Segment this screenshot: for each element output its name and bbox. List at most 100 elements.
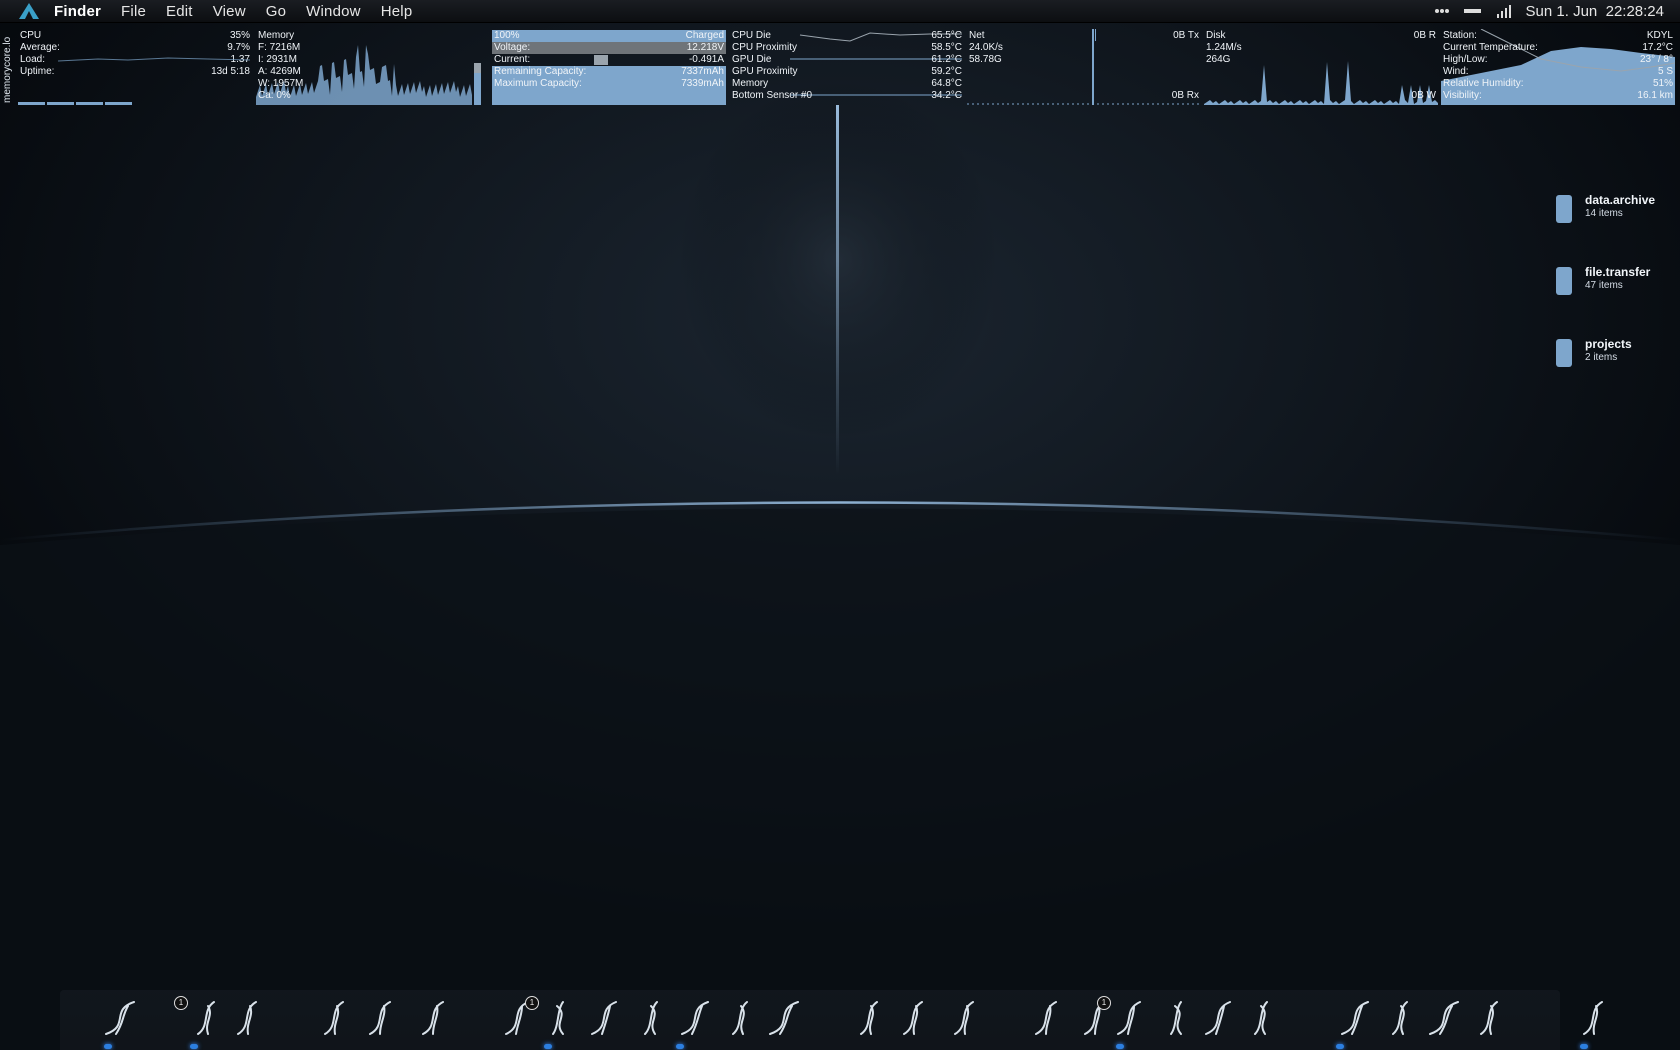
dock-app-icon[interactable] <box>1424 996 1464 1040</box>
dock-app-icon[interactable] <box>898 996 938 1040</box>
menu-edit[interactable]: Edit <box>166 3 193 20</box>
memory-wired: W: 1957M <box>258 78 304 89</box>
dock-running-indicator <box>676 1044 684 1049</box>
dock-running-indicator <box>190 1044 198 1049</box>
temp-cpu-die-value: 65.5°C <box>931 30 962 41</box>
menu-go[interactable]: Go <box>266 3 286 20</box>
dock-app-icon[interactable] <box>720 996 760 1040</box>
temp-gpu-die-label: GPU Die <box>732 54 772 65</box>
memory-cache: Ca: 0% <box>258 90 291 101</box>
dock-app-icon[interactable] <box>1158 996 1198 1040</box>
temp-cpu-prox-label: CPU Proximity <box>732 42 798 53</box>
temp-cpu-die-label: CPU Die <box>732 30 771 41</box>
net-tx: 0B Tx <box>1173 30 1199 41</box>
dock-app-icon[interactable] <box>1112 996 1152 1040</box>
weather-highlow-label: High/Low: <box>1443 54 1488 65</box>
disk-rate: 1.24M/s <box>1206 42 1242 53</box>
folder-name: projects <box>1585 337 1632 351</box>
disk-write: 0B W <box>1411 90 1436 101</box>
temp-gpu-prox-label: GPU Proximity <box>732 66 798 77</box>
battery-voltage-value: 12.218V <box>686 42 724 53</box>
weather-wind-label: Wind: <box>1443 66 1469 77</box>
network-widget: Net 0B Tx 24.0K/s 58.78G 0B Rx <box>967 29 1201 105</box>
system-logo-icon[interactable] <box>18 2 40 20</box>
dock-app-icon[interactable] <box>764 996 804 1040</box>
folder-item-count: 2 items <box>1585 352 1618 363</box>
temp-bottom-value: 34.2°C <box>931 90 962 101</box>
memory-inactive: I: 2931M <box>258 54 297 65</box>
menu-file[interactable]: File <box>121 3 146 20</box>
weather-temp-label: Current Temperature: <box>1443 42 1538 53</box>
dock-app-icon[interactable] <box>1200 996 1240 1040</box>
dock-app-icon[interactable] <box>185 996 225 1040</box>
cpu-value: 35% <box>229 30 250 41</box>
folder-name: file.transfer <box>1585 265 1651 279</box>
dock-app-icon[interactable] <box>312 996 352 1040</box>
weather-station-value: KDYL <box>1646 30 1673 41</box>
dock-app-icon[interactable] <box>1380 996 1420 1040</box>
disk-title: Disk <box>1206 30 1226 41</box>
dock-badge-3: 1 <box>1097 996 1111 1010</box>
battery-max-label: Maximum Capacity: <box>494 78 582 89</box>
dock-running-indicator <box>104 1044 112 1049</box>
folder-item-count: 47 items <box>1585 280 1623 291</box>
battery-remaining-value: 7337mAh <box>681 66 724 77</box>
dock-app-icon[interactable] <box>676 996 716 1040</box>
menu-extras: Sun 1. Jun 22:28:24 <box>1420 0 1664 22</box>
disk-read: 0B R <box>1413 30 1436 41</box>
disk-total: 264G <box>1206 54 1231 65</box>
weather-wind-value: 5 S <box>1657 66 1673 77</box>
dock-app-icon[interactable] <box>586 996 626 1040</box>
desktop-folder-file-transfer[interactable]: file.transfer 47 items <box>1556 265 1676 301</box>
dock-app-icon[interactable] <box>540 996 580 1040</box>
memory-widget: Memory F: 7216M I: 2931M A: 4269M W: 195… <box>256 29 482 105</box>
battery-widget: 100% Charged Voltage: 12.218V Current: -0.4… <box>492 29 726 105</box>
dock-badge-2: 1 <box>525 996 539 1010</box>
dock-app-icon[interactable] <box>232 996 272 1040</box>
dock-app-icon[interactable] <box>410 996 450 1040</box>
dock-app-icon[interactable] <box>1468 996 1508 1040</box>
wifi-signal-icon[interactable] <box>1496 4 1512 18</box>
dock-app-icon[interactable] <box>848 996 888 1040</box>
disk-widget: Disk 0B R 1.24M/s 264G 0B W <box>1204 29 1438 105</box>
menu-window[interactable]: Window <box>306 3 361 20</box>
dock-app-icon[interactable] <box>1242 996 1282 1040</box>
more-icon[interactable] <box>1434 8 1450 14</box>
temp-gpu-die-value: 61.2°C <box>931 54 962 65</box>
dock <box>60 990 1560 1050</box>
net-rate: 24.0K/s <box>969 42 1003 53</box>
menu-app-name[interactable]: Finder <box>54 3 101 20</box>
dock-app-icon[interactable] <box>1336 996 1376 1040</box>
dock-app-icon[interactable] <box>632 996 672 1040</box>
dock-app-icon[interactable] <box>1030 996 1070 1040</box>
weather-humidity-value: 51% <box>1652 78 1673 89</box>
folder-name: data.archive <box>1585 193 1656 207</box>
battery-current-label: Current: <box>494 54 531 65</box>
weather-visibility-value: 16.1 km <box>1637 90 1673 101</box>
temp-bottom-label: Bottom Sensor #0 <box>732 90 813 101</box>
temp-gpu-prox-value: 59.2°C <box>931 66 962 77</box>
temp-memory-value: 64.8°C <box>931 78 962 89</box>
menu-help[interactable]: Help <box>381 3 413 20</box>
battery-voltage-label: Voltage: <box>494 42 531 53</box>
temperature-widget: CPU Die 65.5°C CPU Proximity 58.5°C GPU Di… <box>730 29 964 105</box>
dock-app-icon[interactable] <box>942 996 982 1040</box>
dock-app-icon[interactable] <box>100 996 140 1040</box>
weather-widget: Station: KDYL Current Temperature: 17.2°C … <box>1441 29 1675 105</box>
temp-cpu-prox-value: 58.5°C <box>931 42 962 53</box>
dock-running-indicator <box>1116 1044 1124 1049</box>
desktop-folder-projects[interactable]: projects 2 items <box>1556 337 1676 373</box>
battery-icon[interactable] <box>1463 8 1482 14</box>
menu-clock[interactable]: Sun 1. Jun 22:28:24 <box>1526 3 1664 20</box>
net-rx: 0B Rx <box>1171 90 1199 101</box>
dock-app-icon[interactable] <box>364 996 404 1040</box>
battery-current-value: -0.491A <box>688 54 724 65</box>
memory-active: A: 4269M <box>258 66 301 77</box>
desktop-wallpaper <box>0 0 1680 1050</box>
dock-app-icon[interactable] <box>1578 996 1618 1040</box>
temp-memory-label: Memory <box>732 78 769 89</box>
menu-view[interactable]: View <box>213 3 246 20</box>
weather-highlow-value: 23° / 8° <box>1639 54 1673 65</box>
desktop-folder-data-archive[interactable]: data.archive 14 items <box>1556 193 1676 229</box>
folder-icon <box>1556 267 1572 295</box>
